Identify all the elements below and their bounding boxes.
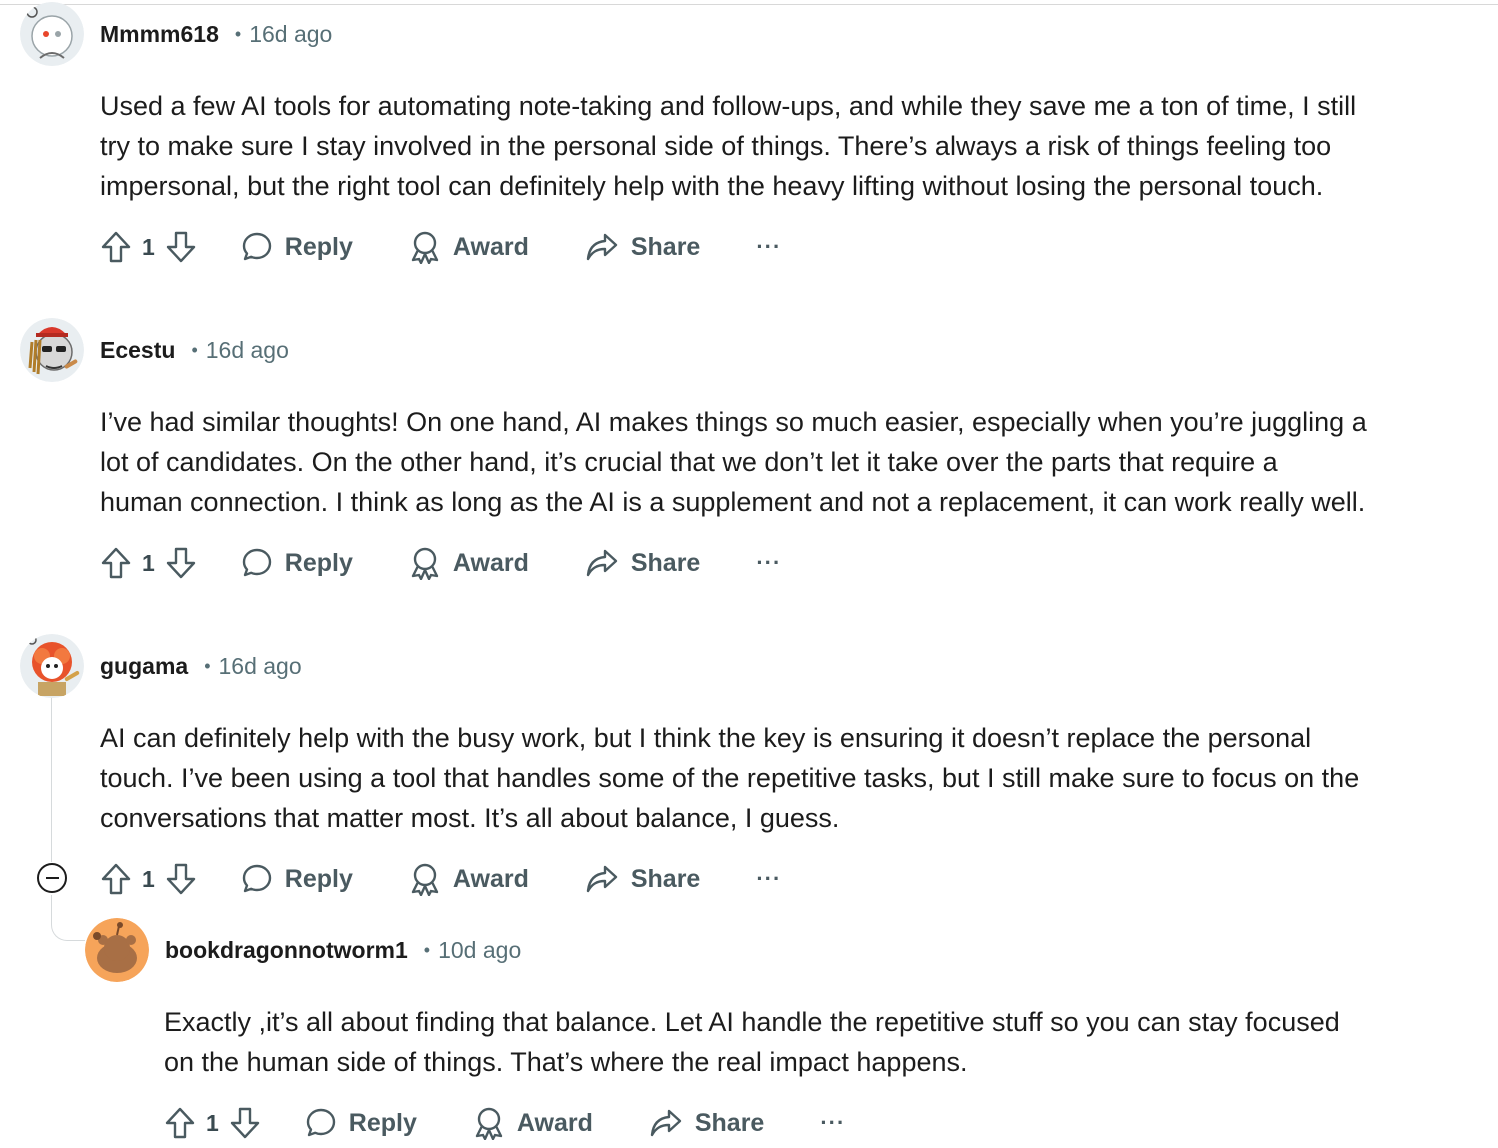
reply-icon [242,232,271,261]
share-button[interactable]: Share [585,547,700,579]
share-icon [586,549,618,577]
upvote-button[interactable] [100,546,132,580]
reply-button[interactable]: Reply [305,1107,417,1139]
award-button[interactable]: Award [409,546,529,580]
downvote-button[interactable] [165,230,197,264]
reply-icon [242,548,271,577]
separator-dot: • [191,339,198,360]
more-icon: ··· [756,550,782,575]
upvote-icon [165,1107,195,1139]
author-name[interactable]: bookdragonnotworm1 [165,937,408,964]
award-label: Award [452,864,529,893]
collapse-icon [45,876,59,880]
avatar[interactable] [20,2,84,66]
award-button[interactable]: Award [473,1106,593,1140]
separator-dot: • [234,23,242,44]
comment-body: AI can definitely help with the busy wor… [100,723,1360,833]
more-icon: ··· [820,1110,846,1135]
comment-age[interactable]: 16d ago [206,337,289,364]
author-name[interactable]: gugama [100,653,188,680]
separator-dot: • [423,939,431,960]
award-label: Award [452,232,529,261]
author-name[interactable]: Ecestu [100,337,175,364]
reply-label: Reply [284,232,353,261]
upvote-icon [101,547,131,579]
reply-label: Reply [284,864,353,893]
share-button[interactable]: Share [585,863,700,895]
reply-button[interactable]: Reply [241,863,353,895]
downvote-button[interactable] [229,1106,261,1140]
reply-label: Reply [348,1108,417,1137]
share-icon [650,1109,682,1137]
downvote-button[interactable] [165,862,197,896]
comment-body: Used a few AI tools for automating note-… [100,91,1357,201]
upvote-button[interactable] [100,862,132,896]
vote-count: 1 [142,549,155,576]
comment-actions: 1 Reply Award Share ··· [100,857,781,901]
reply-icon [306,1108,335,1137]
award-button[interactable]: Award [409,230,529,264]
thread-connector [51,895,85,941]
separator-dot: • [204,655,211,676]
upvote-button[interactable] [100,230,132,264]
vote-count: 1 [206,1109,219,1136]
share-label: Share [630,548,701,577]
comment-actions: 1 Reply Award Share ··· [164,1101,845,1145]
reply-button[interactable]: Reply [241,547,353,579]
comment-age[interactable]: 10d ago [438,937,521,964]
reply-icon [242,864,271,893]
author-name[interactable]: Mmmm618 [100,21,219,48]
award-icon [411,547,439,580]
award-label: Award [452,548,529,577]
share-button[interactable]: Share [649,1107,764,1139]
downvote-icon [166,863,195,895]
collapse-thread-button[interactable] [37,863,67,893]
downvote-button[interactable] [165,546,197,580]
comment-age[interactable]: 16d ago [249,21,332,48]
reply-label: Reply [284,548,353,577]
share-label: Share [630,864,701,893]
upvote-button[interactable] [164,1106,196,1140]
downvote-icon [166,547,195,579]
comment-body: Exactly ,it’s all about finding that bal… [164,1007,1340,1077]
more-options-button[interactable]: ··· [756,550,781,576]
share-label: Share [630,232,701,261]
comment-actions: 1 Reply Award Share ··· [100,225,781,269]
upvote-icon [101,863,131,895]
share-icon [586,233,618,261]
avatar[interactable] [20,634,84,698]
award-icon [411,231,439,264]
upvote-icon [101,231,131,263]
comment-actions: 1 Reply Award Share ··· [100,541,781,585]
more-options-button[interactable]: ··· [756,234,781,260]
more-options-button[interactable]: ··· [756,866,781,892]
share-icon [586,865,618,893]
downvote-icon [230,1107,259,1139]
share-label: Share [694,1108,765,1137]
more-options-button[interactable]: ··· [820,1110,845,1136]
award-button[interactable]: Award [409,862,529,896]
share-button[interactable]: Share [585,231,700,263]
avatar[interactable] [85,918,149,982]
comment-body: I’ve had similar thoughts! On one hand, … [100,407,1367,517]
award-icon [411,863,439,896]
thread-line [51,684,52,862]
comment-age[interactable]: 16d ago [219,653,302,680]
award-icon [475,1107,503,1140]
vote-count: 1 [142,233,155,260]
reply-button[interactable]: Reply [241,231,353,263]
downvote-icon [166,231,195,263]
avatar[interactable] [20,318,84,382]
vote-count: 1 [142,865,155,892]
award-label: Award [516,1108,593,1137]
more-icon: ··· [756,234,782,259]
more-icon: ··· [756,866,782,891]
